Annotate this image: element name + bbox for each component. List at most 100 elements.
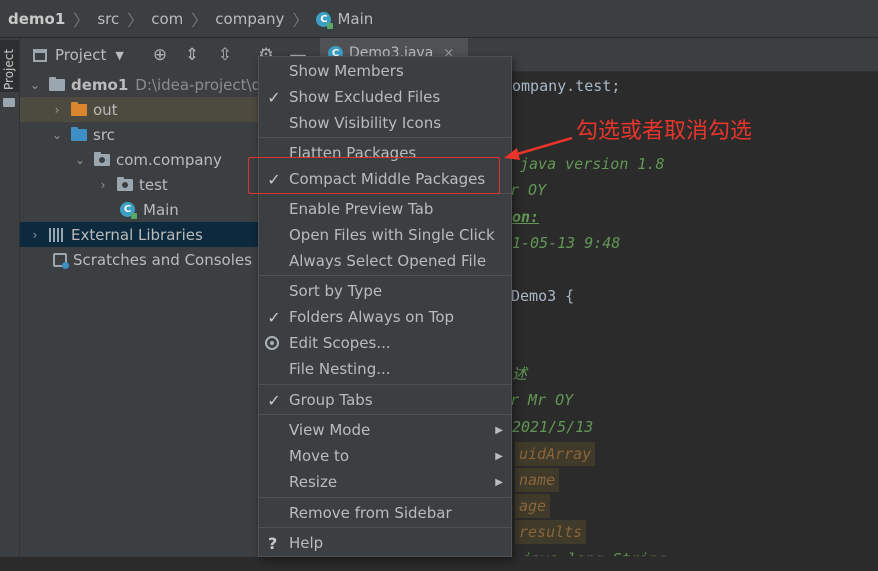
menu-separator: [259, 384, 511, 385]
menu-item-label: File Nesting...: [289, 360, 391, 378]
menu-item-view-mode[interactable]: View Mode ▶: [259, 417, 511, 443]
menu-item-edit-scopes[interactable]: Edit Scopes...: [259, 330, 511, 356]
project-tool-button[interactable]: Project: [0, 40, 19, 92]
menu-item-label: Folders Always on Top: [289, 308, 455, 326]
menu-item-label: Sort by Type: [289, 282, 383, 300]
chevron-down-icon[interactable]: ⌄: [29, 78, 41, 92]
crosshair-icon[interactable]: ⊕: [150, 45, 170, 65]
tree-item-label: test: [139, 175, 168, 194]
menu-item-label: Enable Preview Tab: [289, 200, 434, 218]
gear-options-menu: Show Members ✓ Show Excluded Files Show …: [258, 56, 512, 557]
tree-item-label: External Libraries: [71, 225, 203, 244]
submenu-arrow-icon: ▶: [495, 450, 503, 462]
menu-item-label: Move to: [289, 447, 350, 465]
package-icon: [117, 176, 133, 191]
menu-separator: [259, 275, 511, 276]
tree-item-label: out: [93, 100, 118, 119]
menu-item-label: Group Tabs: [289, 391, 373, 409]
annotation-highlight-box: [248, 157, 500, 194]
java-class-icon: C: [120, 202, 137, 219]
excluded-folder-icon: [71, 101, 87, 116]
chevron-right-icon[interactable]: ›: [29, 228, 41, 242]
breadcrumb-demo1[interactable]: demo1: [8, 10, 65, 28]
menu-separator: [259, 414, 511, 415]
menu-item-label: Resize: [289, 473, 338, 491]
chevron-right-icon[interactable]: ›: [51, 103, 63, 117]
help-icon: ?: [268, 533, 278, 553]
annotation-text: 勾选或者取消勾选: [576, 119, 753, 144]
menu-item-sort-by-type[interactable]: Sort by Type: [259, 278, 511, 304]
check-icon: ✓: [267, 307, 281, 327]
package-icon: [94, 151, 110, 166]
breadcrumb-company[interactable]: company: [215, 10, 284, 28]
chevron-down-icon[interactable]: ⌄: [74, 153, 86, 167]
menu-item-show-members[interactable]: Show Members: [259, 58, 511, 84]
tree-item-label: Main: [143, 200, 179, 219]
tree-item-label: Scratches and Consoles: [73, 250, 252, 269]
project-tool-label: Project: [2, 48, 16, 90]
menu-item-label: Show Visibility Icons: [289, 114, 442, 132]
check-icon: ✓: [267, 87, 281, 107]
menu-item-remove-from-sidebar[interactable]: Remove from Sidebar: [259, 500, 511, 526]
chevron-down-icon[interactable]: ⌄: [51, 128, 63, 142]
navigation-bar: demo1 〉 src 〉 com 〉 company 〉 C Main: [0, 0, 878, 38]
menu-item-always-select-opened-file[interactable]: Always Select Opened File: [259, 248, 511, 274]
chevron-right-icon: 〉: [292, 10, 309, 30]
menu-item-file-nesting[interactable]: File Nesting...: [259, 356, 511, 382]
project-window-icon: [33, 48, 47, 62]
menu-separator: [259, 137, 511, 138]
left-tool-stripe: Project: [0, 38, 20, 557]
code-line-param: age: [515, 494, 551, 518]
collapse-all-icon[interactable]: ⇳: [215, 45, 235, 65]
menu-item-show-visibility-icons[interactable]: Show Visibility Icons: [259, 110, 511, 136]
caret-down-icon[interactable]: ▼: [115, 49, 123, 62]
chevron-right-icon[interactable]: ›: [97, 178, 109, 192]
menu-item-label: Edit Scopes...: [289, 334, 391, 352]
code-line-doc: 述: [512, 365, 528, 383]
chevron-right-icon: 〉: [127, 10, 144, 30]
menu-item-label: Remove from Sidebar: [289, 504, 452, 522]
module-path: D:\idea-project\d: [135, 75, 262, 94]
code-line-package: ompany.test;: [512, 77, 621, 95]
tree-item-label: src: [93, 125, 115, 144]
check-icon: ✓: [267, 390, 281, 410]
menu-item-label: Always Select Opened File: [289, 252, 487, 270]
module-folder-icon: [49, 76, 65, 91]
code-line-param: uidArray: [515, 442, 596, 466]
code-line-doc-tag: on:: [512, 208, 540, 226]
breadcrumb-main[interactable]: C Main: [316, 9, 374, 29]
menu-item-move-to[interactable]: Move to ▶: [259, 443, 511, 469]
menu-separator: [259, 527, 511, 528]
view-selector[interactable]: Project: [55, 46, 106, 64]
source-folder-icon: [71, 126, 87, 141]
menu-item-group-tabs[interactable]: ✓ Group Tabs: [259, 387, 511, 413]
menu-item-show-excluded-files[interactable]: ✓ Show Excluded Files: [259, 84, 511, 110]
menu-item-label: Help: [289, 534, 324, 552]
breadcrumb-src[interactable]: src: [97, 10, 119, 28]
annotation-arrow-icon: [504, 136, 573, 160]
menu-item-help[interactable]: ? Help: [259, 530, 511, 556]
menu-item-label: Show Excluded Files: [289, 88, 441, 106]
java-class-icon: C: [316, 11, 334, 29]
menu-item-enable-preview-tab[interactable]: Enable Preview Tab: [259, 196, 511, 222]
code-line-doc: 2021/5/13: [512, 418, 594, 436]
menu-item-resize[interactable]: Resize ▶: [259, 469, 511, 495]
menu-item-folders-always-on-top[interactable]: ✓ Folders Always on Top: [259, 304, 511, 330]
menu-item-open-files-single-click[interactable]: Open Files with Single Click: [259, 222, 511, 248]
expand-all-icon[interactable]: ⇕: [182, 45, 202, 65]
chevron-right-icon: 〉: [73, 10, 90, 30]
breadcrumb-com[interactable]: com: [151, 10, 183, 28]
code-line-param: results: [515, 520, 587, 544]
menu-separator: [259, 497, 511, 498]
code-line-doc: 1-05-13 9:48: [512, 234, 621, 252]
breadcrumb-main-label: Main: [337, 9, 374, 28]
menu-item-label: Open Files with Single Click: [289, 226, 495, 244]
scratches-icon: [53, 252, 69, 269]
submenu-arrow-icon: ▶: [495, 424, 503, 436]
menu-item-label: View Mode: [289, 421, 371, 439]
code-line-param: name: [515, 468, 560, 492]
menu-item-label: Show Members: [289, 62, 404, 80]
tree-item-label: demo1: [71, 75, 129, 94]
code-line-doc: r Mr OY: [510, 391, 574, 409]
submenu-arrow-icon: ▶: [495, 476, 503, 488]
